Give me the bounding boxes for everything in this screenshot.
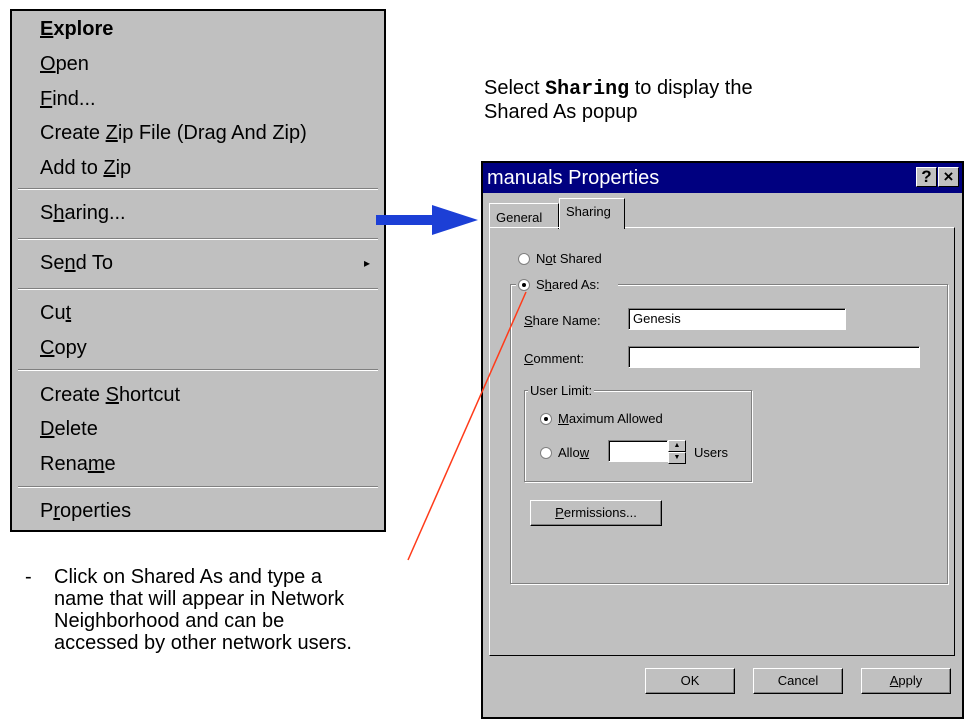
menu-item-create-zip[interactable]: Create Zip File (Drag And Zip) — [40, 121, 307, 145]
pointer-arrow-icon — [376, 205, 478, 235]
tab-general[interactable]: General — [489, 203, 559, 229]
menu-item-copy[interactable]: Copy — [40, 336, 87, 360]
menu-item-sharing[interactable]: Sharing... — [40, 201, 126, 225]
menu-item-send-to[interactable]: Send To — [40, 251, 380, 275]
menu-item-create-shortcut[interactable]: Create Shortcut — [40, 383, 180, 407]
dialog-titlebar[interactable]: manuals Properties ? × — [483, 163, 962, 193]
maximum-allowed-label: Maximum Allowed — [558, 411, 663, 426]
shared-as-label: Shared As: — [536, 277, 600, 292]
caption-select-sharing: Select Sharing to display the Shared As … — [484, 77, 753, 123]
spin-up-icon[interactable]: ▲ — [668, 440, 686, 452]
menu-item-add-to-zip[interactable]: Add to Zip — [40, 156, 131, 180]
users-label: Users — [694, 445, 728, 460]
tab-label: General — [496, 210, 543, 225]
caption-bullet: - — [25, 566, 32, 588]
allow-users-input[interactable] — [608, 440, 668, 462]
caption-instructions: Click on Shared As and type a name that … — [54, 566, 352, 654]
menu-item-explore[interactable]: Explore — [40, 17, 113, 41]
shared-as-radio[interactable] — [518, 279, 530, 291]
menu-separator — [18, 188, 378, 190]
permissions-button[interactable]: Permissions... — [530, 500, 662, 526]
maximum-allowed-radio[interactable] — [540, 413, 552, 425]
allow-users-spinner[interactable]: ▲ ▼ — [668, 440, 686, 464]
user-limit-label: User Limit: — [528, 383, 595, 398]
cancel-button[interactable]: Cancel — [753, 668, 843, 694]
comment-label: Comment: — [524, 351, 584, 366]
menu-separator — [18, 369, 378, 371]
spin-down-icon[interactable]: ▼ — [668, 452, 686, 464]
properties-dialog: manuals Properties ? × General Sharing N… — [481, 161, 964, 719]
submenu-arrow-icon: ▸ — [363, 256, 370, 270]
not-shared-radio[interactable] — [518, 253, 530, 265]
allow-radio[interactable] — [540, 447, 552, 459]
menu-item-find[interactable]: Find... — [40, 87, 96, 111]
tab-label: Sharing — [566, 204, 611, 219]
menu-separator — [18, 288, 378, 290]
user-limit-group — [524, 390, 752, 482]
sharing-tab-panel: Not Shared Shared As: Share Name: Genesi… — [489, 227, 955, 656]
menu-separator — [18, 238, 378, 240]
comment-input[interactable] — [628, 346, 920, 368]
dialog-title: manuals Properties — [487, 167, 660, 189]
context-menu: Explore Open Find... Create Zip File (Dr… — [10, 9, 386, 532]
apply-button[interactable]: Apply — [861, 668, 951, 694]
ok-button[interactable]: OK — [645, 668, 735, 694]
tab-sharing[interactable]: Sharing — [559, 198, 625, 229]
close-button[interactable]: × — [938, 167, 959, 187]
allow-label: Allow — [558, 445, 590, 460]
menu-item-delete[interactable]: Delete — [40, 417, 98, 441]
share-name-input[interactable]: Genesis — [628, 308, 846, 330]
menu-separator — [18, 486, 378, 488]
menu-item-open[interactable]: Open — [40, 52, 89, 76]
help-button[interactable]: ? — [916, 167, 937, 187]
not-shared-label: Not Shared — [536, 251, 602, 266]
menu-item-properties[interactable]: Properties — [40, 499, 131, 523]
share-name-label: Share Name: — [524, 313, 601, 328]
menu-item-cut[interactable]: Cut — [40, 301, 71, 325]
menu-item-rename[interactable]: Rename — [40, 452, 116, 476]
